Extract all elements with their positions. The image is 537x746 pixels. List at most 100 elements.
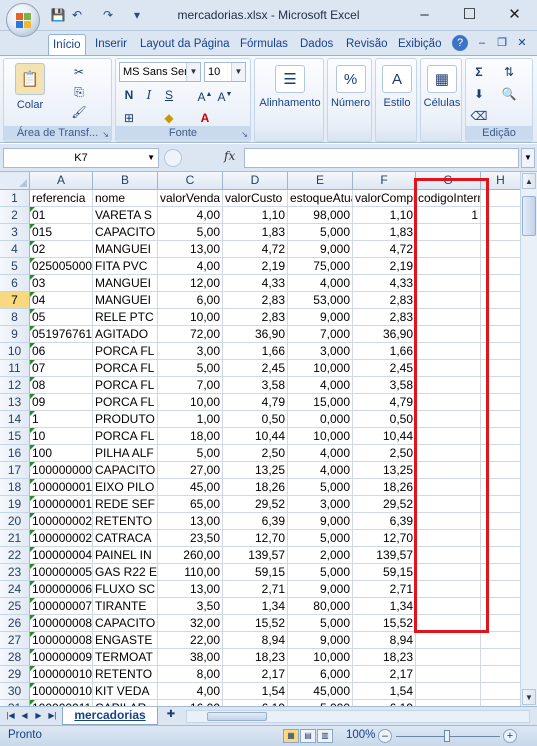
cell-b30[interactable]: KIT VEDA [93, 683, 158, 700]
grow-font-icon[interactable]: A▲ [196, 86, 214, 104]
first-sheet-icon[interactable]: |◀ [4, 709, 17, 723]
cell-c1[interactable]: valorVenda [158, 190, 223, 207]
cell-g6[interactable] [416, 275, 481, 292]
cell-c30[interactable]: 4,00 [158, 683, 223, 700]
cell-g4[interactable] [416, 241, 481, 258]
cell-f21[interactable]: 12,70 [353, 530, 416, 547]
cell-h16[interactable] [481, 445, 520, 462]
cell-b10[interactable]: PORCA FL [93, 343, 158, 360]
sheet-tab-mercadorias[interactable]: mercadorias [62, 707, 158, 725]
cell-g14[interactable] [416, 411, 481, 428]
cell-g13[interactable] [416, 394, 481, 411]
cell-e2[interactable]: 98,000 [288, 207, 353, 224]
cell-h11[interactable] [481, 360, 520, 377]
ribbon-minimize-icon[interactable]: – [474, 35, 490, 51]
cell-h21[interactable] [481, 530, 520, 547]
cell-a2[interactable]: 01 [30, 207, 93, 224]
row-header[interactable]: 20 [0, 513, 30, 530]
row-header[interactable]: 30 [0, 683, 30, 700]
cell-c16[interactable]: 5,00 [158, 445, 223, 462]
cell-d15[interactable]: 10,44 [223, 428, 288, 445]
cell-a16[interactable]: 100 [30, 445, 93, 462]
style-button[interactable]: A Estilo [376, 65, 418, 109]
cell-d30[interactable]: 1,54 [223, 683, 288, 700]
font-name-combo[interactable]: MS Sans Serif ▼ [119, 62, 201, 82]
cell-b18[interactable]: EIXO PILO [93, 479, 158, 496]
cell-g8[interactable] [416, 309, 481, 326]
next-sheet-icon[interactable]: ▶ [32, 709, 45, 723]
row-header[interactable]: 6 [0, 275, 30, 292]
cell-f17[interactable]: 13,25 [353, 462, 416, 479]
cell-b17[interactable]: CAPACITO [93, 462, 158, 479]
cell-a6[interactable]: 03 [30, 275, 93, 292]
cell-f12[interactable]: 3,58 [353, 377, 416, 394]
cell-b28[interactable]: TERMOAT [93, 649, 158, 666]
column-header-b[interactable]: B [93, 172, 158, 190]
minimize-button[interactable]: – [402, 0, 447, 30]
cell-e30[interactable]: 45,000 [288, 683, 353, 700]
cell-d4[interactable]: 4,72 [223, 241, 288, 258]
cell-g26[interactable] [416, 615, 481, 632]
cell-h17[interactable] [481, 462, 520, 479]
cell-e15[interactable]: 10,000 [288, 428, 353, 445]
cell-d27[interactable]: 8,94 [223, 632, 288, 649]
row-header[interactable]: 13 [0, 394, 30, 411]
tab-dados[interactable]: Dados [296, 34, 337, 55]
cell-c26[interactable]: 32,00 [158, 615, 223, 632]
name-box[interactable]: K7 ▼ [3, 148, 159, 168]
hscroll-thumb[interactable] [207, 712, 267, 721]
cell-e19[interactable]: 3,000 [288, 496, 353, 513]
font-color-icon[interactable]: A [196, 109, 214, 127]
office-button[interactable] [6, 3, 40, 37]
cell-g28[interactable] [416, 649, 481, 666]
cell-c5[interactable]: 4,00 [158, 258, 223, 275]
formula-cancel-icon[interactable] [164, 149, 182, 167]
cell-e12[interactable]: 4,000 [288, 377, 353, 394]
cell-a24[interactable]: 100000006 [30, 581, 93, 598]
cell-a22[interactable]: 100000004 [30, 547, 93, 564]
shrink-font-icon[interactable]: A▼ [216, 86, 234, 104]
cell-f13[interactable]: 4,79 [353, 394, 416, 411]
row-header[interactable]: 12 [0, 377, 30, 394]
cell-f27[interactable]: 8,94 [353, 632, 416, 649]
cell-g12[interactable] [416, 377, 481, 394]
cell-h23[interactable] [481, 564, 520, 581]
cell-d6[interactable]: 4,33 [223, 275, 288, 292]
cell-b29[interactable]: RETENTO [93, 666, 158, 683]
last-sheet-icon[interactable]: ▶| [46, 709, 59, 723]
cell-e17[interactable]: 4,000 [288, 462, 353, 479]
cell-d22[interactable]: 139,57 [223, 547, 288, 564]
cell-h26[interactable] [481, 615, 520, 632]
cell-f2[interactable]: 1,10 [353, 207, 416, 224]
clipboard-launcher-icon[interactable]: ↘ [102, 130, 109, 139]
cell-e24[interactable]: 9,000 [288, 581, 353, 598]
cell-f29[interactable]: 2,17 [353, 666, 416, 683]
cell-b16[interactable]: PILHA ALF [93, 445, 158, 462]
row-header[interactable]: 14 [0, 411, 30, 428]
row-header[interactable]: 5 [0, 258, 30, 275]
cell-h1[interactable] [481, 190, 520, 207]
column-header-c[interactable]: C [158, 172, 223, 190]
cell-e23[interactable]: 5,000 [288, 564, 353, 581]
insert-sheet-icon[interactable]: ✚ [162, 709, 180, 723]
cell-a20[interactable]: 100000002 [30, 513, 93, 530]
cell-b7[interactable]: MANGUEI [93, 292, 158, 309]
cell-d16[interactable]: 2,50 [223, 445, 288, 462]
cell-g1[interactable]: codigoInterno [416, 190, 481, 207]
cell-f11[interactable]: 2,45 [353, 360, 416, 377]
spreadsheet-grid[interactable]: A B C D E F G H 1 referencia nome valorVenda valorCu… [0, 172, 520, 706]
cell-f18[interactable]: 18,26 [353, 479, 416, 496]
cell-c29[interactable]: 8,00 [158, 666, 223, 683]
cell-f10[interactable]: 1,66 [353, 343, 416, 360]
row-header[interactable]: 19 [0, 496, 30, 513]
cell-b25[interactable]: TIRANTE [93, 598, 158, 615]
cell-g15[interactable] [416, 428, 481, 445]
cell-h13[interactable] [481, 394, 520, 411]
cell-d1[interactable]: valorCusto [223, 190, 288, 207]
cell-f28[interactable]: 18,23 [353, 649, 416, 666]
cell-d19[interactable]: 29,52 [223, 496, 288, 513]
cell-a15[interactable]: 10 [30, 428, 93, 445]
cell-d14[interactable]: 0,50 [223, 411, 288, 428]
cell-b24[interactable]: FLUXO SC [93, 581, 158, 598]
alignment-button[interactable]: ☰ Alinhamento [257, 65, 323, 109]
